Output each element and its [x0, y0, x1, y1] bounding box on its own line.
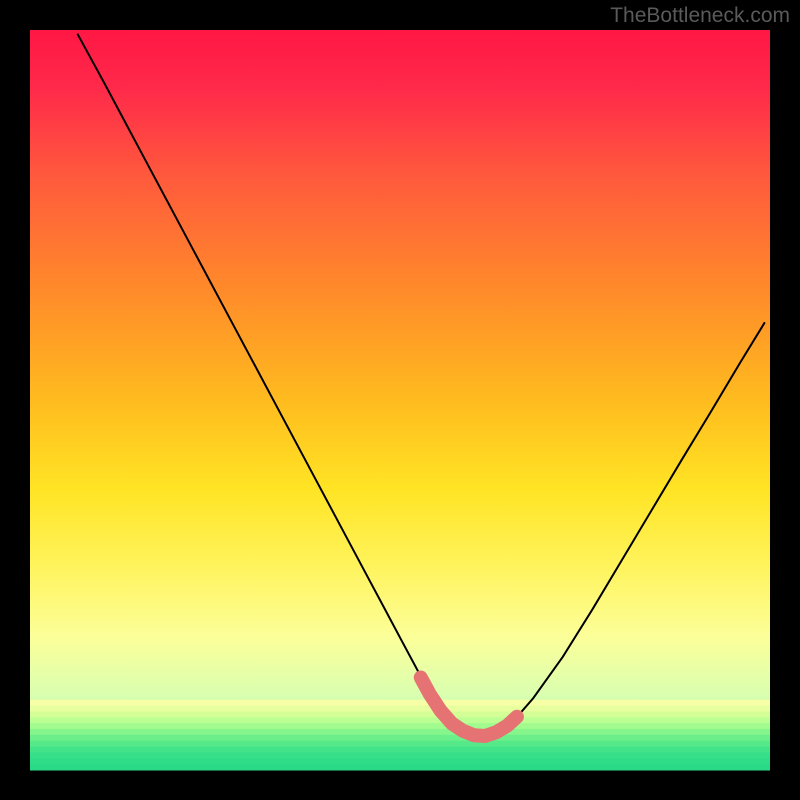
chart-bottom-band-stripe	[30, 711, 770, 717]
chart-bottom-band-stripe	[30, 723, 770, 729]
chart-plot-background	[30, 30, 770, 770]
chart-bottom-band-stripe	[30, 764, 770, 770]
chart-bottom-band-stripe	[30, 758, 770, 764]
chart-bottom-band-stripe	[30, 717, 770, 723]
chart-bottom-band-stripe	[30, 741, 770, 747]
chart-bottom-band-stripe	[30, 706, 770, 712]
chart-bottom-band-stripe	[30, 729, 770, 735]
watermark-text: TheBottleneck.com	[610, 4, 790, 28]
chart-container: TheBottleneck.com	[0, 0, 800, 800]
chart-bottom-band-stripe	[30, 747, 770, 753]
chart-svg	[0, 0, 800, 800]
chart-bottom-band-stripe	[30, 700, 770, 706]
chart-bottom-band-stripe	[30, 735, 770, 741]
chart-bottom-band-stripe	[30, 752, 770, 758]
